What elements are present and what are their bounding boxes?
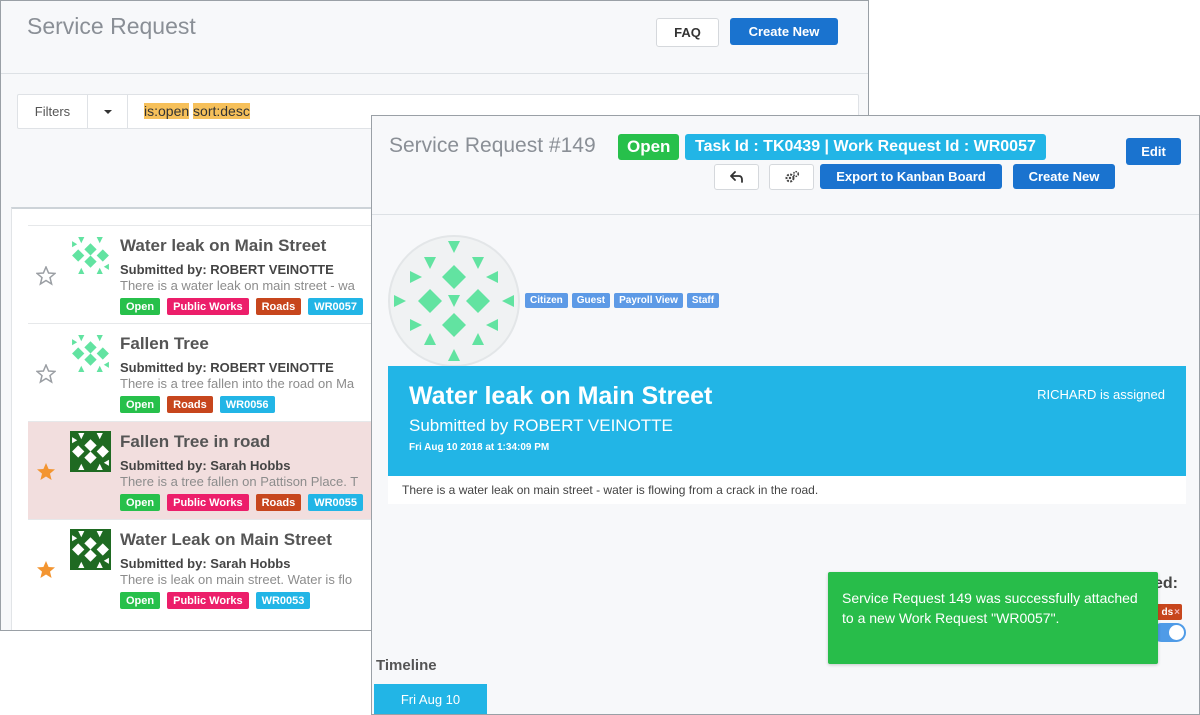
- role-badge: Staff: [686, 293, 720, 308]
- request-description: There is a tree fallen on Pattison Place…: [120, 474, 359, 489]
- banner-date: Fri Aug 10 2018 at 1:34:09 PM: [409, 442, 550, 453]
- tag-badge[interactable]: Open: [120, 298, 161, 315]
- export-kanban-button[interactable]: Export to Kanban Board: [820, 164, 1002, 189]
- star-icon[interactable]: [36, 364, 56, 384]
- request-title: Service Request #149: [389, 134, 596, 157]
- assignee-text: RICHARD is assigned: [1037, 387, 1165, 402]
- star-icon[interactable]: [36, 560, 56, 580]
- header-divider: [1, 73, 868, 74]
- caret-down-icon: [103, 109, 112, 114]
- tag-badge[interactable]: WR0056: [219, 396, 275, 413]
- request-submitter: Submitted by: Sarah Hobbs: [120, 556, 291, 571]
- edit-button[interactable]: Edit: [1126, 138, 1181, 165]
- banner-title: Water leak on Main Street: [409, 382, 713, 410]
- star-icon[interactable]: [36, 462, 56, 482]
- star-icon[interactable]: [36, 266, 56, 286]
- service-request-detail-window: Service Request #149 Open Task Id : TK04…: [371, 115, 1200, 715]
- tag-badge[interactable]: Roads: [255, 494, 302, 511]
- tag-badge[interactable]: Roads: [255, 298, 302, 315]
- request-description: There is a tree fallen into the road on …: [120, 376, 355, 391]
- tag-badge[interactable]: Public Works: [167, 298, 249, 315]
- request-description: There is a water leak on main street - w…: [388, 476, 1186, 504]
- request-tags: Open Public Works WR0053: [120, 592, 311, 609]
- pattern-avatar-icon: [70, 431, 111, 472]
- request-description: There is leak on main street. Water is f…: [120, 572, 353, 587]
- role-badge: Payroll View: [614, 293, 683, 308]
- toggle-knob: [1168, 624, 1185, 641]
- department-tag-label: ds: [1161, 606, 1174, 618]
- tag-badge[interactable]: Public Works: [167, 494, 249, 511]
- status-badge: Open: [618, 134, 680, 160]
- faq-button[interactable]: FAQ: [656, 18, 719, 47]
- filter-query-input[interactable]: is:open sort:desc: [144, 103, 250, 119]
- request-banner: Water leak on Main Street Submitted by R…: [388, 366, 1186, 476]
- filters-label[interactable]: Filters: [18, 95, 88, 128]
- reply-icon: [729, 171, 743, 183]
- tag-badge[interactable]: WR0053: [255, 592, 311, 609]
- request-title[interactable]: Water Leak on Main Street: [120, 530, 332, 550]
- tag-badge[interactable]: Open: [120, 396, 161, 413]
- request-title[interactable]: Fallen Tree in road: [120, 432, 270, 452]
- request-tags: Open Public Works Roads WR0055: [120, 494, 364, 511]
- tag-badge[interactable]: Public Works: [167, 592, 249, 609]
- role-badge: Citizen: [525, 293, 568, 308]
- tag-badge[interactable]: WR0057: [308, 298, 364, 315]
- settings-button[interactable]: [769, 164, 814, 190]
- pattern-avatar-icon: [72, 237, 109, 274]
- request-title[interactable]: Water leak on Main Street: [120, 236, 326, 256]
- timeline-heading: Timeline: [376, 657, 437, 674]
- header-divider: [372, 214, 1199, 215]
- request-submitter: Submitted by: Sarah Hobbs: [120, 458, 291, 473]
- back-button[interactable]: [714, 164, 759, 190]
- filter-token: sort:desc: [193, 103, 250, 119]
- create-new-button[interactable]: Create New: [1013, 164, 1115, 189]
- role-badge: Guest: [571, 293, 611, 308]
- request-submitter: Submitted by: ROBERT VEINOTTE: [120, 360, 334, 375]
- pattern-avatar-icon: [72, 335, 109, 372]
- create-new-button[interactable]: Create New: [730, 18, 838, 45]
- request-description: There is a water leak on main street - w…: [120, 278, 355, 293]
- task-id-badge: Task Id : TK0439 | Work Request Id : WR0…: [685, 134, 1046, 160]
- filter-dropdown-toggle[interactable]: [88, 95, 128, 128]
- requester-avatar: [388, 235, 520, 367]
- role-badges: Citizen Guest Payroll View Staff: [525, 293, 720, 308]
- tag-badge[interactable]: Roads: [167, 396, 213, 413]
- timeline-date-tab[interactable]: Fri Aug 10: [374, 684, 487, 714]
- tag-badge[interactable]: Open: [120, 494, 161, 511]
- request-title[interactable]: Fallen Tree: [120, 334, 209, 354]
- pattern-avatar-icon: [70, 529, 111, 570]
- request-submitter: Submitted by: ROBERT VEINOTTE: [120, 262, 334, 277]
- banner-submitter: Submitted by ROBERT VEINOTTE: [409, 416, 673, 435]
- remove-tag-icon[interactable]: ×: [1174, 607, 1180, 618]
- gears-icon: [785, 170, 799, 183]
- page-title: Service Request: [27, 13, 196, 39]
- tag-badge[interactable]: Open: [120, 592, 161, 609]
- pattern-avatar-icon: [394, 241, 514, 361]
- success-toast[interactable]: Service Request 149 was successfully att…: [828, 572, 1158, 664]
- request-tags: Open Roads WR0056: [120, 396, 275, 413]
- request-tags: Open Public Works Roads WR0057: [120, 298, 364, 315]
- filter-token: is:open: [144, 103, 190, 119]
- tag-badge[interactable]: WR0055: [308, 494, 364, 511]
